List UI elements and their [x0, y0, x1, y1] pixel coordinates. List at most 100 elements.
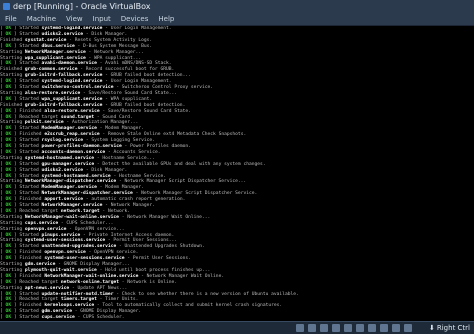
console-text: Reached target timers.target - Timer Uni…	[19, 297, 139, 303]
shared-folders-icon[interactable]	[356, 324, 364, 332]
console-text: Started ModemManager.service - Modem Man…	[19, 185, 144, 191]
status-prefix: [ OK ]	[0, 161, 20, 167]
console-text: Started rsyslog.service - System Logging…	[19, 138, 155, 144]
console-text: Starting systemd-user-sessions.service -…	[0, 238, 178, 244]
vm-console[interactable]: [ OK ] Started systemd-logind.service - …	[0, 26, 474, 321]
console-text: Starting openvpn.service - OpenVPN servi…	[0, 226, 125, 232]
status-prefix: [ OK ]	[0, 138, 20, 144]
console-text: Started systemd-logind.service - User Lo…	[19, 26, 172, 31]
console-text: Starting wpa_supplicant.service - WPA su…	[0, 55, 142, 61]
console-text: Finished grub-initrd-fallback.service - …	[0, 102, 186, 108]
console-text: Finished kerneloops.service - Tool to au…	[19, 303, 283, 309]
console-text: Started pinups.service - Private Interne…	[19, 232, 175, 238]
console-text: Starting NetworkManager-dispatcher.servi…	[0, 179, 247, 185]
console-text: Started accounts-daemon.service - Accoun…	[19, 149, 161, 155]
console-text: Finished systemd-user-sessions.service -…	[19, 256, 191, 262]
console-text: Started udisks2.service - Disk Manager.	[19, 31, 128, 37]
console-text: Reached target network.target - Network.	[19, 208, 131, 214]
menu-input[interactable]: Input	[88, 13, 116, 25]
status-prefix: [ OK ]	[0, 114, 20, 120]
console-text: Started gpu-manager.service - Detect the…	[19, 161, 266, 167]
mouse-integration-icon[interactable]	[404, 324, 412, 332]
console-text: Starting cups.service - CUPS Scheduler..…	[0, 220, 114, 226]
host-key-label: Right Ctrl	[436, 324, 470, 332]
window-title: derp [Running] - Oracle VirtualBox	[13, 2, 151, 11]
menu-help[interactable]: Help	[153, 13, 179, 25]
status-prefix: [ OK ]	[0, 208, 20, 214]
status-prefix: [ OK ]	[0, 279, 20, 285]
display-icon[interactable]	[368, 324, 376, 332]
console-text: Finished apport.service - automatic cras…	[19, 197, 186, 203]
console-text: Starting gdm.service - GNOME Display Man…	[0, 262, 131, 267]
console-text: Started NetworkManager.service - Network…	[19, 203, 155, 208]
network-icon[interactable]	[332, 324, 340, 332]
menu-file[interactable]: File	[0, 13, 22, 25]
status-prefix: [ OK ]	[0, 26, 20, 31]
status-prefix: [ OK ]	[0, 291, 20, 297]
console-text: Finished sysstat.service - Resets System…	[0, 37, 153, 43]
menu-devices[interactable]: Devices	[116, 13, 154, 25]
console-text: Starting NetworkManager-wait-online.serv…	[0, 214, 211, 220]
status-prefix: [ OK ]	[0, 126, 20, 132]
status-prefix: [ OK ]	[0, 191, 20, 197]
console-text: Starting polkit.service - Authorization …	[0, 120, 139, 126]
virtualbox-app-icon	[3, 3, 10, 10]
virtualbox-window: derp [Running] - Oracle VirtualBox File …	[0, 0, 474, 334]
console-text: Reached target network-online.target - N…	[19, 279, 178, 285]
console-text: Started dbus.service - D-Bus System Mess…	[19, 43, 153, 49]
status-prefix: [ OK ]	[0, 43, 20, 49]
status-prefix: [ OK ]	[0, 297, 20, 303]
menu-view[interactable]: View	[61, 13, 88, 25]
console-text: Started wpa_supplicant.service - WPA sup…	[19, 96, 153, 102]
console-text: Started switcheroo-control.service - Swi…	[19, 85, 214, 90]
console-text: Starting apt-news.service - Update APT N…	[0, 285, 128, 291]
status-prefix: [ OK ]	[0, 61, 20, 67]
host-key-indicator: ⬇ Right Ctrl	[429, 322, 470, 334]
console-text: Starting systemd-hostnamed.service - Hos…	[0, 155, 155, 161]
console-text: Started avahi-daemon.service - Avahi mDN…	[19, 61, 172, 67]
menu-machine[interactable]: Machine	[22, 13, 61, 25]
status-prefix: [ OK ]	[0, 108, 20, 114]
status-bar: ⬇ Right Ctrl	[0, 321, 474, 334]
menu-bar: File Machine View Input Devices Help	[0, 13, 474, 26]
console-text: Started NetworkManager-dispatcher.servic…	[19, 191, 258, 197]
status-prefix: [ OK ]	[0, 256, 20, 262]
status-prefix: [ OK ]	[0, 315, 20, 321]
console-text: Started systemd-logind.service - User Lo…	[19, 79, 172, 85]
status-prefix: [ OK ]	[0, 309, 20, 315]
status-prefix: [ OK ]	[0, 167, 20, 173]
hard-disk-icon[interactable]	[296, 324, 304, 332]
console-text: Finished grub-common.service - Record su…	[0, 67, 175, 73]
status-prefix: [ OK ]	[0, 79, 20, 85]
status-prefix: [ OK ]	[0, 132, 20, 138]
console-text: Started gdm.service - GNOME Display Mana…	[19, 309, 142, 315]
console-text: Starting alsa-restore.service - Save/Res…	[0, 90, 178, 96]
audio-icon[interactable]	[320, 324, 328, 332]
status-prefix: [ OK ]	[0, 244, 20, 250]
console-text: Finished alsa-restore.service - Save/Res…	[19, 108, 191, 114]
console-text: Starting grub-initrd-fallback.service - …	[0, 73, 191, 79]
status-prefix: [ OK ]	[0, 149, 20, 155]
status-prefix: [ OK ]	[0, 273, 20, 279]
usb-icon[interactable]	[344, 324, 352, 332]
cpu-activity-icon[interactable]	[392, 324, 400, 332]
status-prefix: [ OK ]	[0, 197, 20, 203]
console-text: Reached target sound.target - Sound Card…	[19, 114, 133, 120]
console-text: Started update-notifier-motd.timer - Che…	[19, 291, 299, 297]
console-text: Starting NetworkManager.service - Networ…	[0, 49, 144, 55]
console-text: Started power-profiles-daemon.service - …	[19, 144, 191, 149]
optical-drive-icon[interactable]	[308, 324, 316, 332]
console-text: Finished e2scrub_reap.service - Remove S…	[19, 132, 247, 138]
console-text: Started unattended-upgrades.service - Un…	[19, 244, 205, 250]
title-bar: derp [Running] - Oracle VirtualBox	[0, 0, 474, 13]
status-prefix: [ OK ]	[0, 31, 20, 37]
status-prefix: [ OK ]	[0, 203, 20, 208]
status-prefix: [ OK ]	[0, 303, 20, 309]
console-text: Finished openvpn.service - OpenVPN servi…	[19, 250, 139, 256]
console-text: Started cups.service - CUPS Scheduler.	[19, 315, 125, 321]
arrow-down-icon: ⬇	[429, 324, 435, 332]
recording-icon[interactable]	[380, 324, 388, 332]
status-prefix: [ OK ]	[0, 85, 20, 90]
console-text: Started systemd-hostnamed.service - Host…	[19, 173, 167, 179]
status-prefix: [ OK ]	[0, 173, 20, 179]
